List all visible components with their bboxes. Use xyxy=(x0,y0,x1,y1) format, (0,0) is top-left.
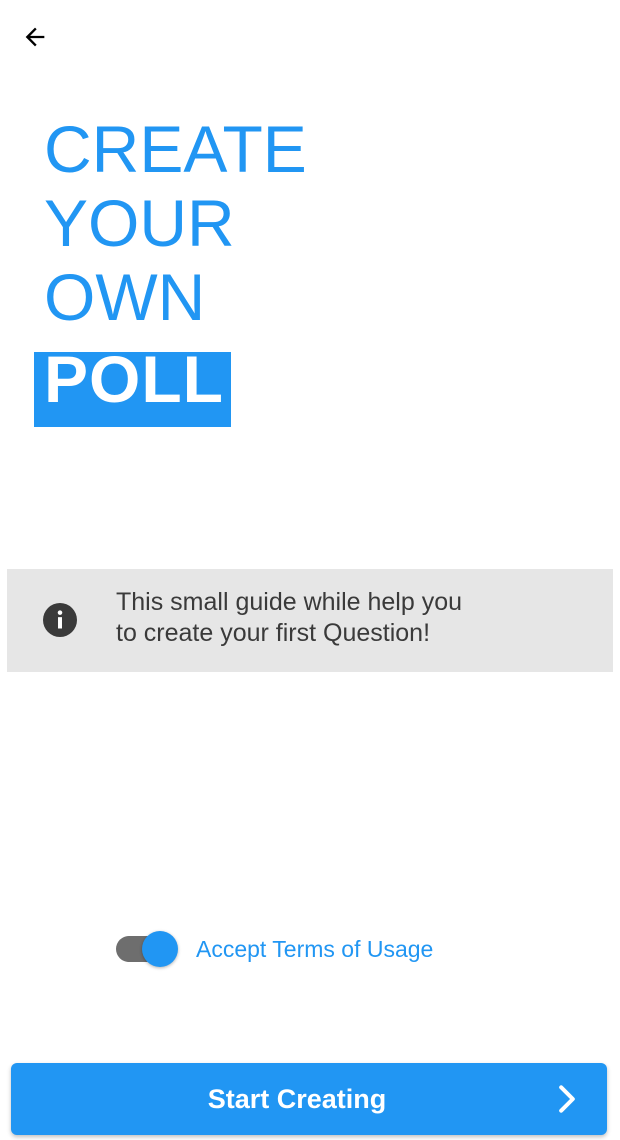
info-text: This small guide while help you to creat… xyxy=(116,587,576,649)
terms-toggle[interactable] xyxy=(116,930,180,968)
start-creating-label: Start Creating xyxy=(207,1084,387,1114)
create-poll-screen: CREATE YOUR OWN POLL This small guide wh… xyxy=(0,0,620,1140)
info-text-line-1: This small guide while help you xyxy=(116,588,463,616)
chevron-right-icon xyxy=(559,1085,575,1113)
toggle-thumb xyxy=(142,931,178,967)
info-banner: This small guide while help you to creat… xyxy=(7,569,613,672)
back-button[interactable] xyxy=(16,18,54,56)
hero-highlight-text: POLL xyxy=(44,352,224,416)
info-icon xyxy=(43,603,77,637)
hero-highlight-block: POLL xyxy=(34,352,231,427)
hero-line-1: CREATE xyxy=(44,112,307,186)
arrow-left-icon xyxy=(25,27,45,47)
hero-line-2: YOUR xyxy=(44,186,235,260)
hero-line-3: OWN xyxy=(44,260,206,334)
terms-row: Accept Terms of Usage xyxy=(116,930,433,968)
start-creating-button[interactable]: Start Creating xyxy=(11,1063,607,1135)
hero-title: CREATE YOUR OWN xyxy=(44,112,307,334)
info-text-line-2: to create your first Question! xyxy=(116,619,431,647)
terms-label[interactable]: Accept Terms of Usage xyxy=(196,936,433,963)
